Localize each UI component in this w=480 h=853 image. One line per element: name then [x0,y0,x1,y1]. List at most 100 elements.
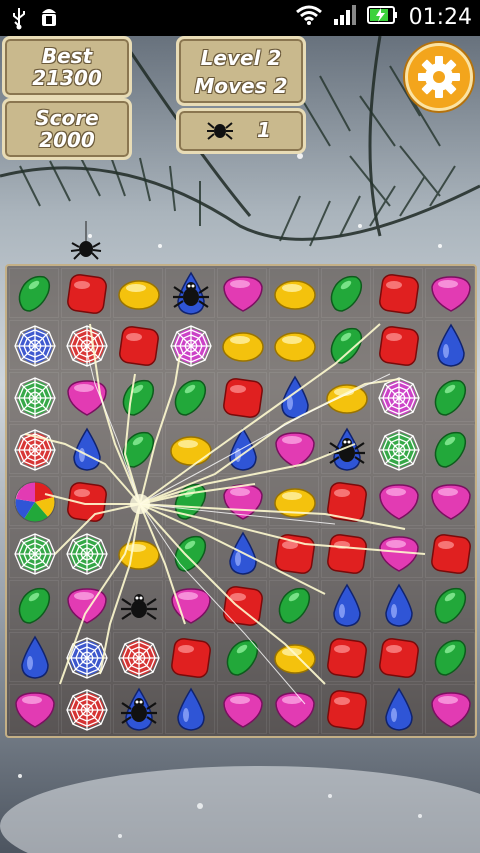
web-tile-green[interactable] [61,528,111,578]
candy-yellow[interactable] [165,424,215,474]
candy-blue[interactable] [321,580,371,630]
candy-green[interactable] [9,580,59,630]
candy-blue[interactable] [165,684,215,734]
candy-red[interactable] [373,268,423,318]
settings-button[interactable] [405,43,473,111]
web-tile-green[interactable] [9,528,59,578]
web-tile-blue[interactable] [9,320,59,370]
candy-yellow[interactable] [269,632,319,682]
candy-pink[interactable] [217,476,267,526]
candy-blue[interactable] [9,632,59,682]
spider-counter-panel: 1 [176,108,306,154]
candy-green[interactable] [217,632,267,682]
score-value: 2000 [39,128,95,152]
candy-green[interactable] [165,528,215,578]
level-label: Level 2 [200,46,282,70]
hanging-spider-decoration [70,221,102,260]
candy-green[interactable] [9,268,59,318]
candy-blue[interactable] [217,528,267,578]
candy-blue[interactable] [373,580,423,630]
level-moves-panel: Level 2 Moves 2 [176,36,306,106]
candy-pink[interactable] [61,580,111,630]
candy-red[interactable] [61,476,111,526]
spider-candy-blue[interactable] [113,684,163,734]
moves-label: Moves 2 [194,74,288,98]
candy-yellow[interactable] [217,320,267,370]
signal-icon [333,4,357,30]
candy-green[interactable] [165,372,215,422]
candy-red[interactable] [165,632,215,682]
candy-green[interactable] [113,424,163,474]
candy-pink[interactable] [373,476,423,526]
web-tile-red[interactable] [61,320,111,370]
usb-icon [10,6,28,34]
web-tile-green[interactable] [9,372,59,422]
candy-red[interactable] [321,632,371,682]
score-label: Score [35,106,99,130]
spider-count: 1 [257,118,271,142]
candy-green[interactable] [321,320,371,370]
spider-tile[interactable] [113,580,163,630]
candy-pink[interactable] [217,684,267,734]
candy-red[interactable] [217,372,267,422]
candy-red[interactable] [61,268,111,318]
candy-green[interactable] [425,424,475,474]
candy-blue[interactable] [425,320,475,370]
candy-pink[interactable] [165,580,215,630]
spider-icon [207,119,233,145]
candy-yellow[interactable] [113,528,163,578]
candy-pink[interactable] [269,424,319,474]
candy-green[interactable] [425,372,475,422]
spider-candy-blue[interactable] [321,424,371,474]
candy-pink[interactable] [373,528,423,578]
candy-green[interactable] [425,632,475,682]
candy-red[interactable] [373,632,423,682]
candy-blue[interactable] [373,684,423,734]
candy-green[interactable] [321,268,371,318]
candy-red[interactable] [373,320,423,370]
candy-green[interactable] [269,580,319,630]
candy-pink[interactable] [61,372,111,422]
candy-yellow[interactable] [113,268,163,318]
candy-red[interactable] [425,528,475,578]
candy-yellow[interactable] [321,372,371,422]
spider-candy-blue[interactable] [165,268,215,318]
clock-time: 01:24 [408,4,472,30]
candy-green[interactable] [165,476,215,526]
candy-blue[interactable] [217,424,267,474]
candy-pink[interactable] [269,684,319,734]
web-tile-pink[interactable] [373,372,423,422]
web-tile-red[interactable] [9,424,59,474]
candy-pink[interactable] [217,268,267,318]
wifi-icon [295,4,323,30]
candy-yellow[interactable] [269,320,319,370]
candy-red[interactable] [269,528,319,578]
web-tile-red[interactable] [61,684,111,734]
candy-red[interactable] [321,476,371,526]
candy-green[interactable] [425,580,475,630]
candy-rainbow[interactable] [9,476,59,526]
candy-blue[interactable] [269,372,319,422]
battery-charging-icon [366,5,399,29]
candy-red[interactable] [321,684,371,734]
candy-green[interactable] [113,372,163,422]
web-tile-pink[interactable] [165,320,215,370]
candy-red[interactable] [217,580,267,630]
candy-red[interactable] [113,320,163,370]
candy-pink[interactable] [9,684,59,734]
best-score-panel: Best 21300 [2,36,132,98]
candy-blue[interactable] [61,424,111,474]
candy-pink[interactable] [425,476,475,526]
candy-yellow[interactable] [269,476,319,526]
candy-yellow[interactable] [269,268,319,318]
web-tile-green[interactable] [373,424,423,474]
score-panel: Score 2000 [2,98,132,160]
candy-pink[interactable] [425,684,475,734]
gear-icon [418,56,460,98]
android-debug-icon [38,6,60,34]
candy-empty[interactable] [113,476,163,526]
web-tile-red[interactable] [113,632,163,682]
candy-red[interactable] [321,528,371,578]
candy-pink[interactable] [425,268,475,318]
web-tile-blue[interactable] [61,632,111,682]
